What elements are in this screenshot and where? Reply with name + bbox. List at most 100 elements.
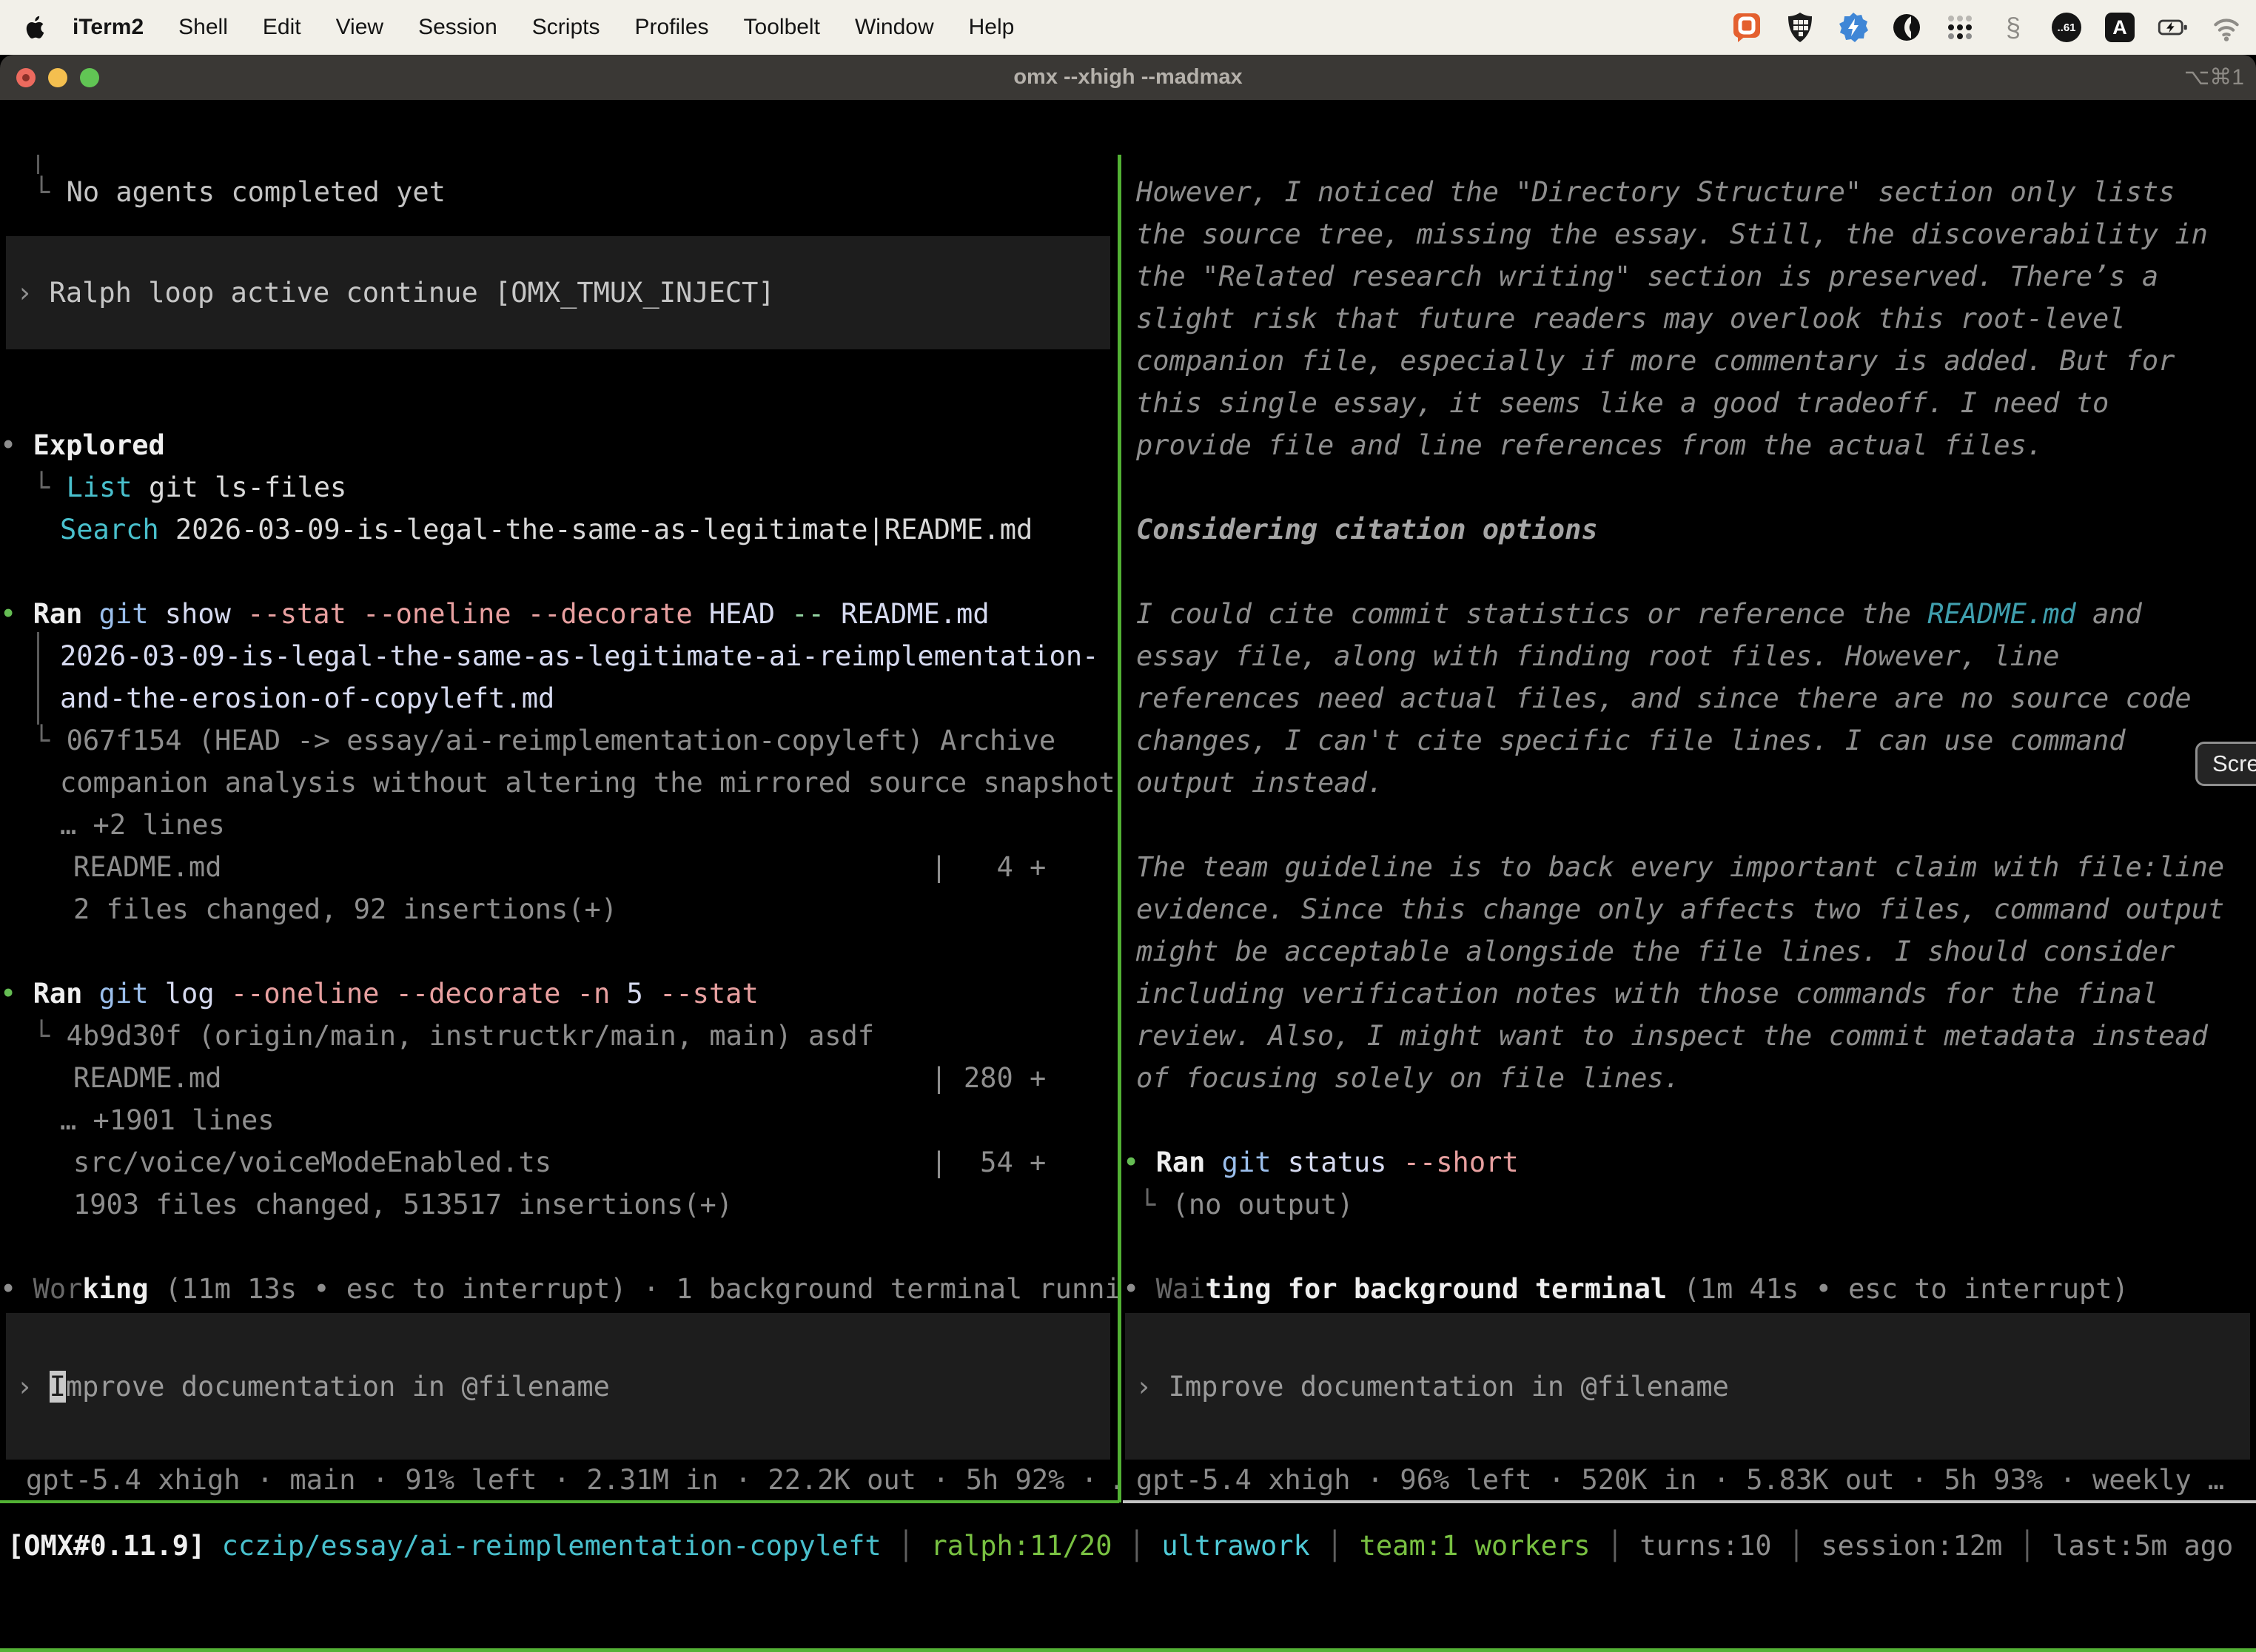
menu-item-view[interactable]: View <box>336 15 383 40</box>
window-title: omx --xhigh --madmax <box>0 55 2256 100</box>
omx-bar-segment: │ <box>1310 1530 1360 1562</box>
screen: iTerm2 Shell Edit View Session Scripts Profile… <box>0 0 2256 1652</box>
iterm-window: omx --xhigh --madmax ⌥⌘1 › Ralph loop ac… <box>0 55 2256 1652</box>
terminal-line: the source tree, missing the essay. Stil… <box>1136 216 2208 253</box>
terminal-line: 1903 files changed, 513517 insertions(+) <box>73 1186 733 1223</box>
session-status-right: gpt-5.4 xhigh · 96% left · 520K in · 5.8… <box>1136 1464 2224 1496</box>
terminal-line: … +1901 lines <box>60 1102 275 1139</box>
terminal-line: references need actual files, and since … <box>1136 680 2192 717</box>
terminal-line: • Ran git status --short <box>1123 1144 1519 1181</box>
terminal-line: including verification notes with those … <box>1136 976 2158 1013</box>
prompt-arrow: › <box>6 1371 50 1403</box>
menu-item-iterm2[interactable]: iTerm2 <box>73 15 144 40</box>
terminal-line: └ (no output) <box>1139 1186 1354 1223</box>
menu-item-toolbelt[interactable]: Toolbelt <box>744 15 820 40</box>
prompt-text: Improve documentation in @filename <box>1169 1371 1729 1403</box>
session-status-left: gpt-5.4 xhigh · main · 91% left · 2.31M … <box>26 1464 1119 1496</box>
wifi-icon[interactable] <box>2210 11 2243 44</box>
omx-bar-segment: │ <box>1112 1530 1162 1562</box>
omx-bar-segment: team:1 workers <box>1360 1530 1591 1562</box>
terminal-line: essay file, along with finding root file… <box>1136 638 2059 675</box>
battery-icon[interactable] <box>2157 11 2189 44</box>
menu-item-window[interactable]: Window <box>855 15 934 40</box>
terminal-line: • Waiting for background terminal (1m 41… <box>1123 1271 2129 1308</box>
terminal-line: src/voice/voiceModeEnabled.ts | 54 + <box>73 1144 1046 1181</box>
omx-bar-segment: last:5m ago <box>2052 1530 2233 1562</box>
prompt-input-left[interactable]: › Improve documentation in @filename <box>6 1313 1110 1460</box>
prompt-text: mprove documentation in @filename <box>66 1371 610 1403</box>
banner-text: Ralph loop active continue [OMX_TMUX_INJ… <box>33 277 774 309</box>
omx-bar-segment: turns:10 <box>1639 1530 1771 1562</box>
terminal-line: output instead. <box>1136 765 1383 802</box>
terminal-line: and-the-erosion-of-copyleft.md <box>60 680 554 717</box>
apple-icon[interactable] <box>25 14 47 41</box>
terminal-line: companion analysis without altering the … <box>60 765 1115 802</box>
terminal-line: 2026-03-09-is-legal-the-same-as-legitima… <box>60 638 1098 675</box>
tmux-status-bar: [omx-cczip0:bash* "MacBook-Pro-44.local"… <box>0 1648 2256 1652</box>
menu-items: iTerm2 Shell Edit View Session Scripts Profile… <box>47 15 1014 40</box>
pane-border <box>1123 1500 2256 1503</box>
terminal-line: … +2 lines <box>60 807 225 844</box>
chat-bubble-icon[interactable] <box>1730 11 1763 44</box>
terminal-line: However, I noticed the "Directory Struct… <box>1136 174 2175 211</box>
menu-item-edit[interactable]: Edit <box>263 15 301 40</box>
terminal-line: • Working (11m 13s • esc to interrupt) ·… <box>0 1271 1119 1308</box>
terminal-line: companion file, especially if more comme… <box>1136 343 2175 380</box>
terminal-line: I could cite commit statistics or refere… <box>1136 596 2142 633</box>
omx-bar-segment: [OMX#0.11.9] <box>7 1530 205 1562</box>
omx-bar-segment: │ <box>2002 1530 2052 1562</box>
timer-badge-icon[interactable]: ..61 <box>2050 11 2083 44</box>
dots-grid-icon[interactable] <box>1944 11 1976 44</box>
window-shortcut-badge: ⌥⌘1 <box>2184 55 2244 100</box>
prompt-arrow: › <box>1125 1371 1169 1403</box>
omx-bar-segment: │ <box>1772 1530 1822 1562</box>
omx-bar-segment: ultrawork <box>1161 1530 1309 1562</box>
pane-divider[interactable] <box>1118 155 1121 1502</box>
terminal-line: └ List git ls-files <box>33 469 346 506</box>
terminal-line: this single essay, it seems like a good … <box>1136 385 2109 422</box>
dark-circle-icon[interactable] <box>1890 11 1923 44</box>
verified-badge-icon[interactable] <box>1837 11 1870 44</box>
tmux-pane-left: › Ralph loop active continue [OMX_TMUX_I… <box>0 155 1119 1502</box>
tree-connector <box>37 155 39 174</box>
terminal-line: README.md | 4 + <box>73 849 1046 886</box>
terminal-line: • Explored <box>0 427 165 464</box>
omx-bar-segment: │ <box>882 1530 931 1562</box>
terminal-line: might be acceptable alongside the file l… <box>1136 933 2175 970</box>
menu-bar: iTerm2 Shell Edit View Session Scripts Profile… <box>0 0 2256 55</box>
terminal-line: └ No agents completed yet <box>33 174 446 211</box>
title-bar[interactable]: omx --xhigh --madmax ⌥⌘1 <box>0 55 2256 100</box>
omx-bar-segment: cczip/essay/ai-reimplementation-copyleft <box>205 1530 881 1562</box>
terminal-line: slight risk that future readers may over… <box>1136 300 2126 338</box>
omx-bar-segment: session:12m <box>1821 1530 2002 1562</box>
terminal-line: The team guideline is to back every impo… <box>1136 849 2224 886</box>
terminal-line: Search 2026-03-09-is-legal-the-same-as-l… <box>60 511 1033 548</box>
squiggle-icon[interactable]: § <box>1997 11 2030 44</box>
menu-item-profiles[interactable]: Profiles <box>634 15 708 40</box>
menu-item-scripts[interactable]: Scripts <box>532 15 600 40</box>
shield-grid-icon[interactable] <box>1784 11 1816 44</box>
menu-item-session[interactable]: Session <box>418 15 497 40</box>
prompt-input-right[interactable]: › Improve documentation in @filename <box>1125 1313 2250 1460</box>
terminal-line: • Ran git show --stat --oneline --decora… <box>0 596 990 633</box>
text-cursor: I <box>50 1371 66 1403</box>
letter-a-icon[interactable]: A <box>2104 11 2136 44</box>
tmux-pane-right: › Improve documentation in @filename gpt… <box>1123 155 2256 1502</box>
terminal-line: └ 4b9d30f (origin/main, instructkr/main,… <box>33 1018 874 1055</box>
screen-tooltip: Scre <box>2195 742 2256 786</box>
ralph-loop-banner: › Ralph loop active continue [OMX_TMUX_I… <box>6 236 1110 349</box>
pane-border <box>0 1500 1119 1503</box>
omx-bar-segment: │ <box>1591 1530 1640 1562</box>
terminal-line: review. Also, I might want to inspect th… <box>1136 1018 2208 1055</box>
terminal-line: provide file and line references from th… <box>1136 427 2043 464</box>
terminal-line: README.md | 280 + <box>73 1060 1046 1097</box>
omx-status-bar: [OMX#0.11.9] cczip/essay/ai-reimplementa… <box>7 1530 2233 1562</box>
menu-item-help[interactable]: Help <box>969 15 1015 40</box>
menu-item-shell[interactable]: Shell <box>178 15 228 40</box>
terminal-line: • Ran git log --oneline --decorate -n 5 … <box>0 976 759 1013</box>
terminal-line: the "Related research writing" section i… <box>1136 258 2158 295</box>
terminal-line: changes, I can't cite specific file line… <box>1136 722 2126 759</box>
omx-bar-segment: ralph:11/20 <box>930 1530 1112 1562</box>
terminal-line: of focusing solely on file lines. <box>1136 1060 1680 1097</box>
tree-connector <box>37 632 39 725</box>
